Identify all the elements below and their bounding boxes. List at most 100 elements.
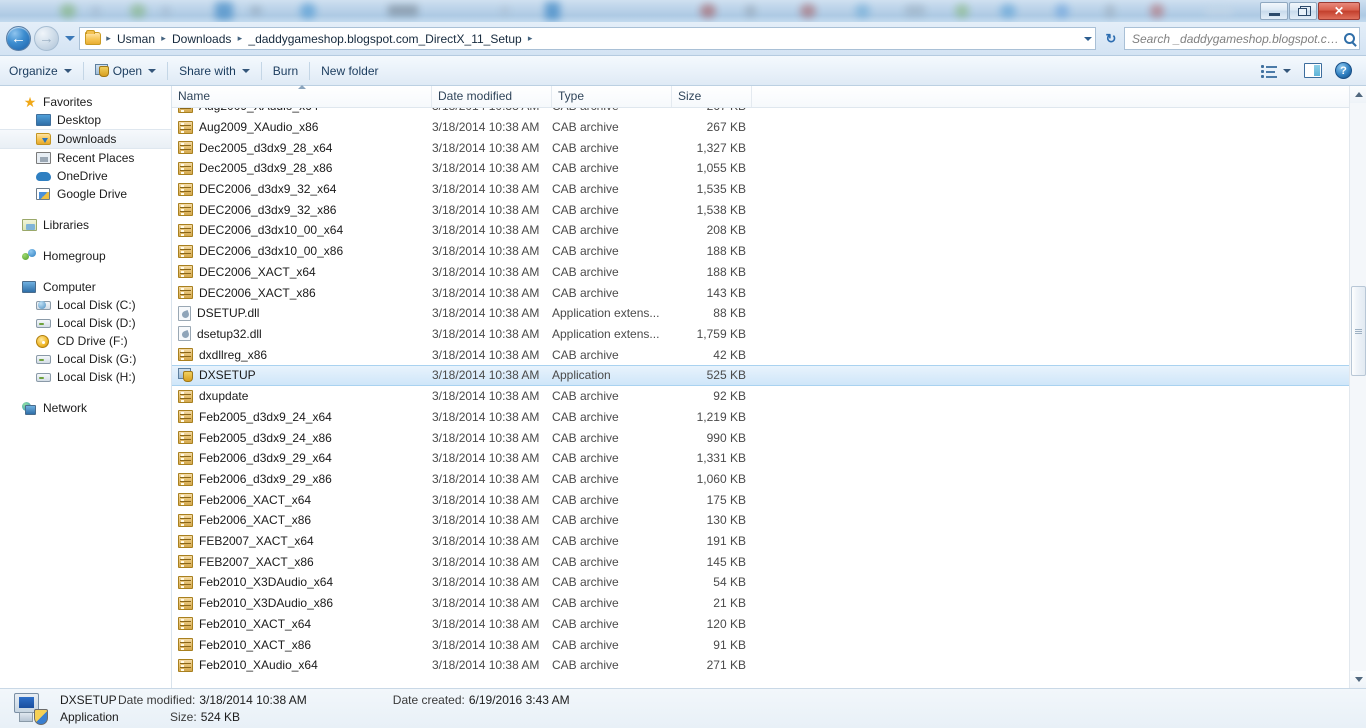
sidebar-item-label: Desktop (57, 113, 102, 127)
star-icon: ★ (23, 94, 37, 110)
table-row[interactable]: Feb2006_XACT_x64 3/18/2014 10:38 AM CAB ar… (172, 489, 1349, 510)
sidebar-item-recent-places[interactable]: Recent Places (0, 149, 171, 167)
table-row-selected[interactable]: DXSETUP 3/18/2014 10:38 AM Application 525 … (172, 364, 1349, 386)
new-folder-button[interactable]: New folder (312, 59, 387, 83)
column-header-type[interactable]: Type (552, 86, 672, 107)
back-button[interactable]: ← (6, 26, 31, 51)
cell-date-modified: 3/18/2014 10:38 AM (432, 120, 540, 135)
chevron-down-icon[interactable] (1283, 68, 1291, 73)
table-row[interactable]: Dec2005_d3dx9_28_x64 3/18/2014 10:38 AM CA… (172, 137, 1349, 158)
share-with-button[interactable]: Share with (170, 59, 259, 83)
change-view-button[interactable] (1257, 59, 1295, 83)
cell-size: 42 KB (713, 347, 746, 362)
cell-name: DEC2006_XACT_x64 (178, 265, 432, 279)
cab-archive-icon (178, 575, 193, 589)
table-row[interactable]: FEB2007_XACT_x86 3/18/2014 10:38 AM CAB ar… (172, 551, 1349, 572)
breadcrumb-item-2[interactable]: _daddygameshop.blogspot.com_DirectX_11_S… (245, 32, 524, 46)
restore-button[interactable] (1289, 2, 1317, 20)
cell-size: 1,538 KB (696, 202, 746, 217)
cell-type: CAB archive (552, 389, 619, 404)
sidebar-item-local-disk-h[interactable]: Local Disk (H:) (0, 368, 171, 386)
table-row[interactable]: DEC2006_XACT_x86 3/18/2014 10:38 AM CAB ar… (172, 282, 1349, 303)
table-row[interactable]: Aug2009_XAudio_x86 3/18/2014 10:38 AM CAB … (172, 117, 1349, 138)
table-row[interactable]: DEC2006_d3dx10_00_x86 3/18/2014 10:38 AM C… (172, 241, 1349, 262)
chevron-down-icon (1354, 677, 1363, 682)
table-row[interactable]: Feb2006_XACT_x86 3/18/2014 10:38 AM CAB ar… (172, 510, 1349, 531)
table-row[interactable]: DEC2006_d3dx10_00_x64 3/18/2014 10:38 AM C… (172, 220, 1349, 241)
cell-type: CAB archive (552, 202, 619, 217)
vertical-scrollbar[interactable] (1349, 86, 1366, 688)
preview-pane-button[interactable] (1297, 59, 1329, 83)
table-row[interactable]: Feb2010_XACT_x86 3/18/2014 10:38 AM CAB ar… (172, 634, 1349, 655)
table-row[interactable]: Dec2005_d3dx9_28_x86 3/18/2014 10:38 AM CA… (172, 158, 1349, 179)
sidebar-item-label: Local Disk (D:) (57, 316, 136, 330)
column-header-date-modified[interactable]: Date modified (432, 86, 552, 107)
column-header-size[interactable]: Size (672, 86, 752, 107)
cell-size: 54 KB (713, 575, 746, 590)
sidebar-item-google-drive[interactable]: Google Drive (0, 185, 171, 203)
table-row[interactable]: Feb2010_X3DAudio_x64 3/18/2014 10:38 AM CA… (172, 572, 1349, 593)
help-button[interactable]: ? (1331, 59, 1356, 83)
cab-archive-icon (178, 493, 193, 507)
details-date-created-label: Date created: (392, 693, 465, 707)
sidebar-item-cd-drive-f[interactable]: CD Drive (F:) (0, 332, 171, 350)
search-input[interactable]: Search _daddygameshop.blogspot.co... (1124, 27, 1360, 50)
scrollbar-thumb[interactable] (1351, 286, 1366, 376)
forward-button[interactable]: → (34, 26, 59, 51)
table-row[interactable]: Feb2010_XAudio_x64 3/18/2014 10:38 AM CAB … (172, 655, 1349, 676)
table-row[interactable]: dxdllreg_x86 3/18/2014 10:38 AM CAB archiv… (172, 344, 1349, 365)
scroll-up-button[interactable] (1350, 86, 1366, 103)
details-size-label: Size: (170, 710, 197, 724)
breadcrumb-item-0[interactable]: Usman (114, 32, 158, 46)
scroll-down-button[interactable] (1350, 671, 1366, 688)
refresh-button[interactable]: ↻ (1100, 28, 1122, 50)
cell-type: Application extens... (552, 306, 660, 321)
organize-button[interactable]: Organize (0, 59, 81, 83)
address-dropdown-icon[interactable] (1084, 36, 1092, 41)
table-row[interactable]: DEC2006_XACT_x64 3/18/2014 10:38 AM CAB ar… (172, 262, 1349, 283)
table-row[interactable]: Feb2010_XACT_x64 3/18/2014 10:38 AM CAB ar… (172, 614, 1349, 635)
recent-locations-icon[interactable] (65, 36, 75, 41)
table-row[interactable]: dsetup32.dll 3/18/2014 10:38 AM Applicatio… (172, 324, 1349, 345)
table-row[interactable]: Feb2006_d3dx9_29_x64 3/18/2014 10:38 AM CA… (172, 448, 1349, 469)
table-row[interactable]: Feb2006_d3dx9_29_x86 3/18/2014 10:38 AM CA… (172, 469, 1349, 490)
homegroup-icon (22, 248, 38, 264)
sidebar-item-computer[interactable]: Computer (0, 278, 171, 296)
onedrive-icon (36, 168, 52, 184)
sidebar-item-downloads[interactable]: Downloads (0, 129, 171, 149)
breadcrumb-bar[interactable]: ▸ Usman ▸ Downloads ▸ _daddygameshop.blo… (79, 27, 1096, 50)
table-row[interactable]: FEB2007_XACT_x64 3/18/2014 10:38 AM CAB ar… (172, 531, 1349, 552)
burn-button[interactable]: Burn (264, 59, 307, 83)
cell-name: Feb2006_d3dx9_29_x86 (178, 472, 432, 486)
minimize-button[interactable] (1260, 2, 1288, 20)
sidebar-item-favorites[interactable]: ★ Favorites (0, 93, 171, 111)
table-row[interactable]: Feb2010_X3DAudio_x86 3/18/2014 10:38 AM CA… (172, 593, 1349, 614)
sidebar-item-local-disk-d[interactable]: Local Disk (D:) (0, 314, 171, 332)
cell-type: CAB archive (552, 492, 619, 507)
cell-name: Feb2010_XACT_x64 (178, 617, 432, 631)
breadcrumb-item-1[interactable]: Downloads (169, 32, 234, 46)
sidebar-item-label: Network (43, 401, 88, 415)
sidebar-item-desktop[interactable]: Desktop (0, 111, 171, 129)
table-row[interactable]: dxupdate 3/18/2014 10:38 AM CAB archive 92 … (172, 386, 1349, 407)
scrollbar-grip-icon (1355, 328, 1362, 334)
table-row[interactable]: DSETUP.dll 3/18/2014 10:38 AM Application … (172, 303, 1349, 324)
close-button[interactable]: ✕ (1318, 2, 1360, 20)
sidebar-item-network[interactable]: Network (0, 399, 171, 417)
sidebar-item-local-disk-g[interactable]: Local Disk (G:) (0, 350, 171, 368)
open-button[interactable]: Open (86, 59, 165, 83)
sidebar-item-label: Google Drive (57, 187, 128, 201)
navigation-pane[interactable]: ★ Favorites Desktop Downloads Recent Places O… (0, 86, 172, 688)
sidebar-item-local-disk-c[interactable]: Local Disk (C:) (0, 296, 171, 314)
sidebar-item-onedrive[interactable]: OneDrive (0, 167, 171, 185)
table-row[interactable]: Aug2009_XAudio_x64 3/18/2014 10:38 AMCAB … (172, 108, 1349, 117)
table-row[interactable]: DEC2006_d3dx9_32_x86 3/18/2014 10:38 AM CA… (172, 199, 1349, 220)
sidebar-item-homegroup[interactable]: Homegroup (0, 247, 171, 265)
table-row[interactable]: DEC2006_d3dx9_32_x64 3/18/2014 10:38 AM CA… (172, 179, 1349, 200)
table-row[interactable]: Feb2005_d3dx9_24_x64 3/18/2014 10:38 AM CA… (172, 407, 1349, 428)
table-row[interactable]: Feb2005_d3dx9_24_x86 3/18/2014 10:38 AM CA… (172, 427, 1349, 448)
sidebar-item-libraries[interactable]: Libraries (0, 216, 171, 234)
cell-name: dsetup32.dll (178, 326, 432, 342)
column-header-name[interactable]: Name (172, 85, 432, 107)
window-controls[interactable]: ✕ (1260, 2, 1360, 20)
